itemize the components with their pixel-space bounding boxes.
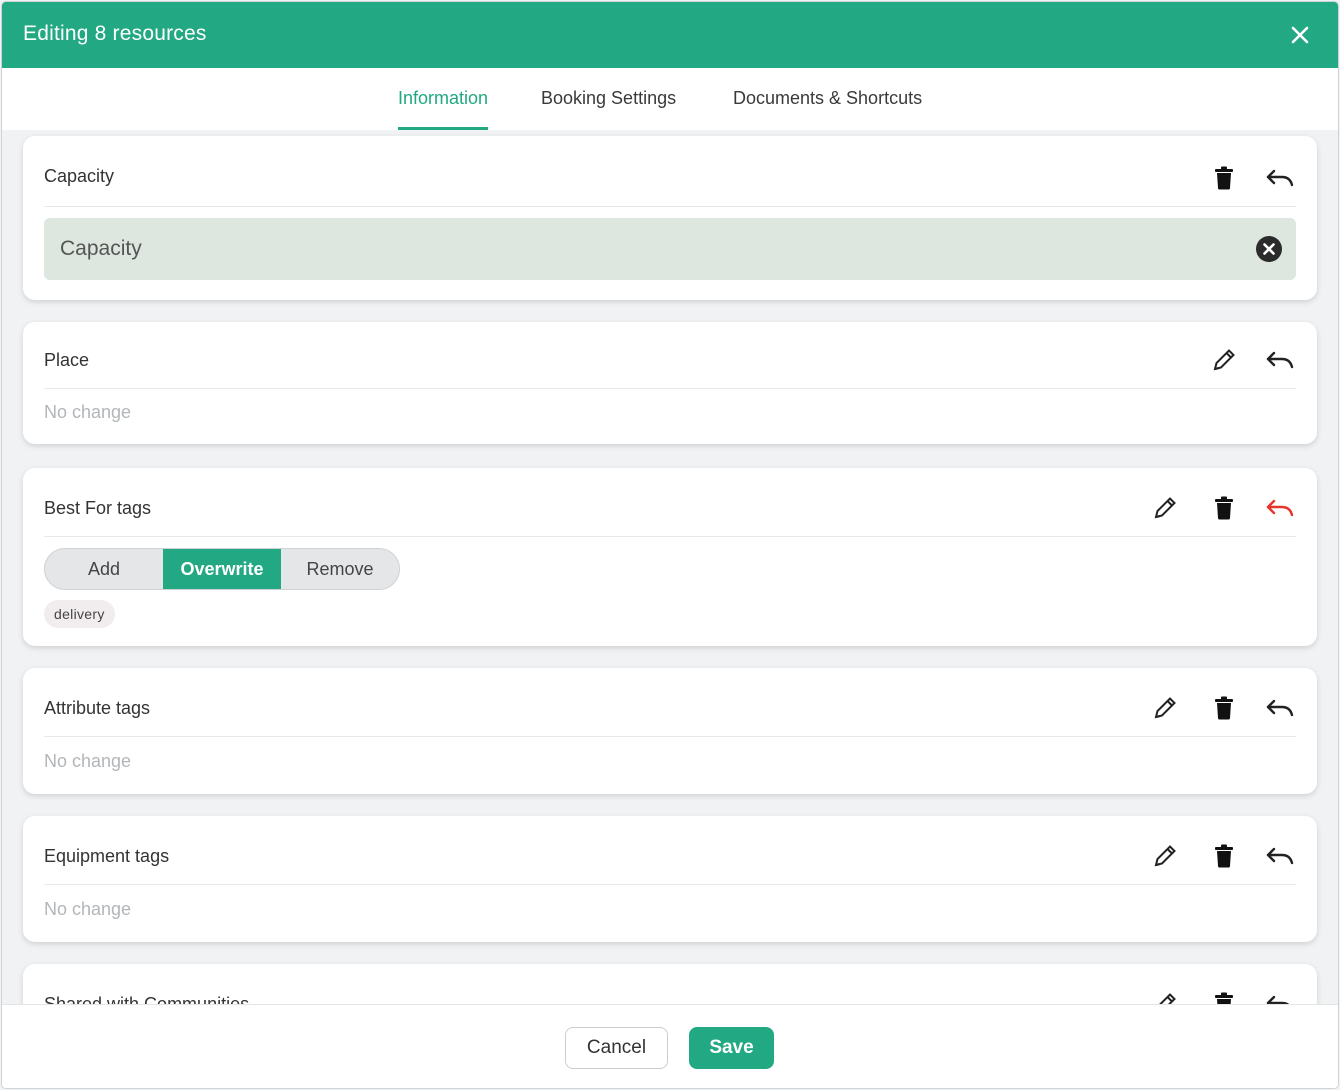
capacity-label: Capacity [44, 166, 115, 186]
divider [44, 884, 1296, 885]
mode-remove-button[interactable]: Remove [281, 549, 399, 589]
attribute-tags-status: No change [44, 751, 132, 771]
undo-icon[interactable] [1264, 162, 1296, 194]
close-icon[interactable] [1284, 19, 1316, 51]
dialog-header: Editing 8 resources [2, 2, 1338, 68]
shared-with-communities-card: Shared with Communities [23, 964, 1317, 1004]
undo-icon[interactable] [1264, 492, 1296, 524]
cancel-button[interactable]: Cancel [565, 1027, 668, 1069]
equipment-tags-label: Equipment tags [44, 846, 170, 866]
equipment-tags-status: No change [44, 899, 132, 919]
capacity-card: Capacity Capacity [23, 136, 1317, 300]
clear-circle-icon[interactable] [1255, 235, 1283, 263]
edit-resources-dialog: Editing 8 resources Information Booking … [2, 2, 1338, 1088]
place-label: Place [44, 350, 90, 370]
mode-add-button[interactable]: Add [45, 549, 163, 589]
undo-icon[interactable] [1264, 344, 1296, 376]
trash-icon[interactable] [1208, 988, 1240, 1004]
divider [44, 206, 1296, 207]
pencil-icon[interactable] [1149, 492, 1181, 524]
tab-information[interactable]: Information [398, 88, 489, 130]
trash-icon[interactable] [1208, 162, 1240, 194]
attribute-tags-label: Attribute tags [44, 698, 151, 718]
tab-bar: Information Booking Settings Documents &… [2, 68, 1338, 130]
undo-icon[interactable] [1264, 692, 1296, 724]
tab-booking-settings[interactable]: Booking Settings [541, 88, 676, 130]
pencil-icon[interactable] [1149, 692, 1181, 724]
tag-chip[interactable]: delivery [44, 600, 115, 628]
divider [44, 736, 1296, 737]
best-for-tags-card: Best For tags Add Overwrite Remove deliv… [23, 468, 1317, 646]
trash-icon[interactable] [1208, 840, 1240, 872]
pencil-icon[interactable] [1149, 988, 1181, 1004]
place-card: Place No change [23, 322, 1317, 444]
dialog-footer: Cancel Save [2, 1004, 1338, 1088]
dialog-title: Editing 8 resources [23, 22, 207, 45]
capacity-input[interactable]: Capacity [44, 218, 1296, 280]
undo-icon[interactable] [1264, 840, 1296, 872]
shared-with-communities-label: Shared with Communities [44, 994, 250, 1004]
divider [44, 536, 1296, 537]
save-button[interactable]: Save [689, 1027, 774, 1069]
tab-documents-shortcuts[interactable]: Documents & Shortcuts [733, 88, 922, 130]
tag-mode-selector: Add Overwrite Remove [44, 548, 400, 590]
capacity-input-placeholder: Capacity [60, 237, 142, 260]
trash-icon[interactable] [1208, 492, 1240, 524]
pencil-icon[interactable] [1149, 840, 1181, 872]
best-for-tags-label: Best For tags [44, 498, 152, 518]
trash-icon[interactable] [1208, 692, 1240, 724]
undo-icon[interactable] [1264, 988, 1296, 1004]
divider [44, 388, 1296, 389]
equipment-tags-card: Equipment tags No change [23, 816, 1317, 942]
form-content[interactable]: Capacity Capacity Place No change Best F… [2, 130, 1338, 1004]
mode-overwrite-button[interactable]: Overwrite [163, 549, 281, 589]
place-status: No change [44, 402, 132, 422]
attribute-tags-card: Attribute tags No change [23, 668, 1317, 794]
pencil-icon[interactable] [1208, 344, 1240, 376]
